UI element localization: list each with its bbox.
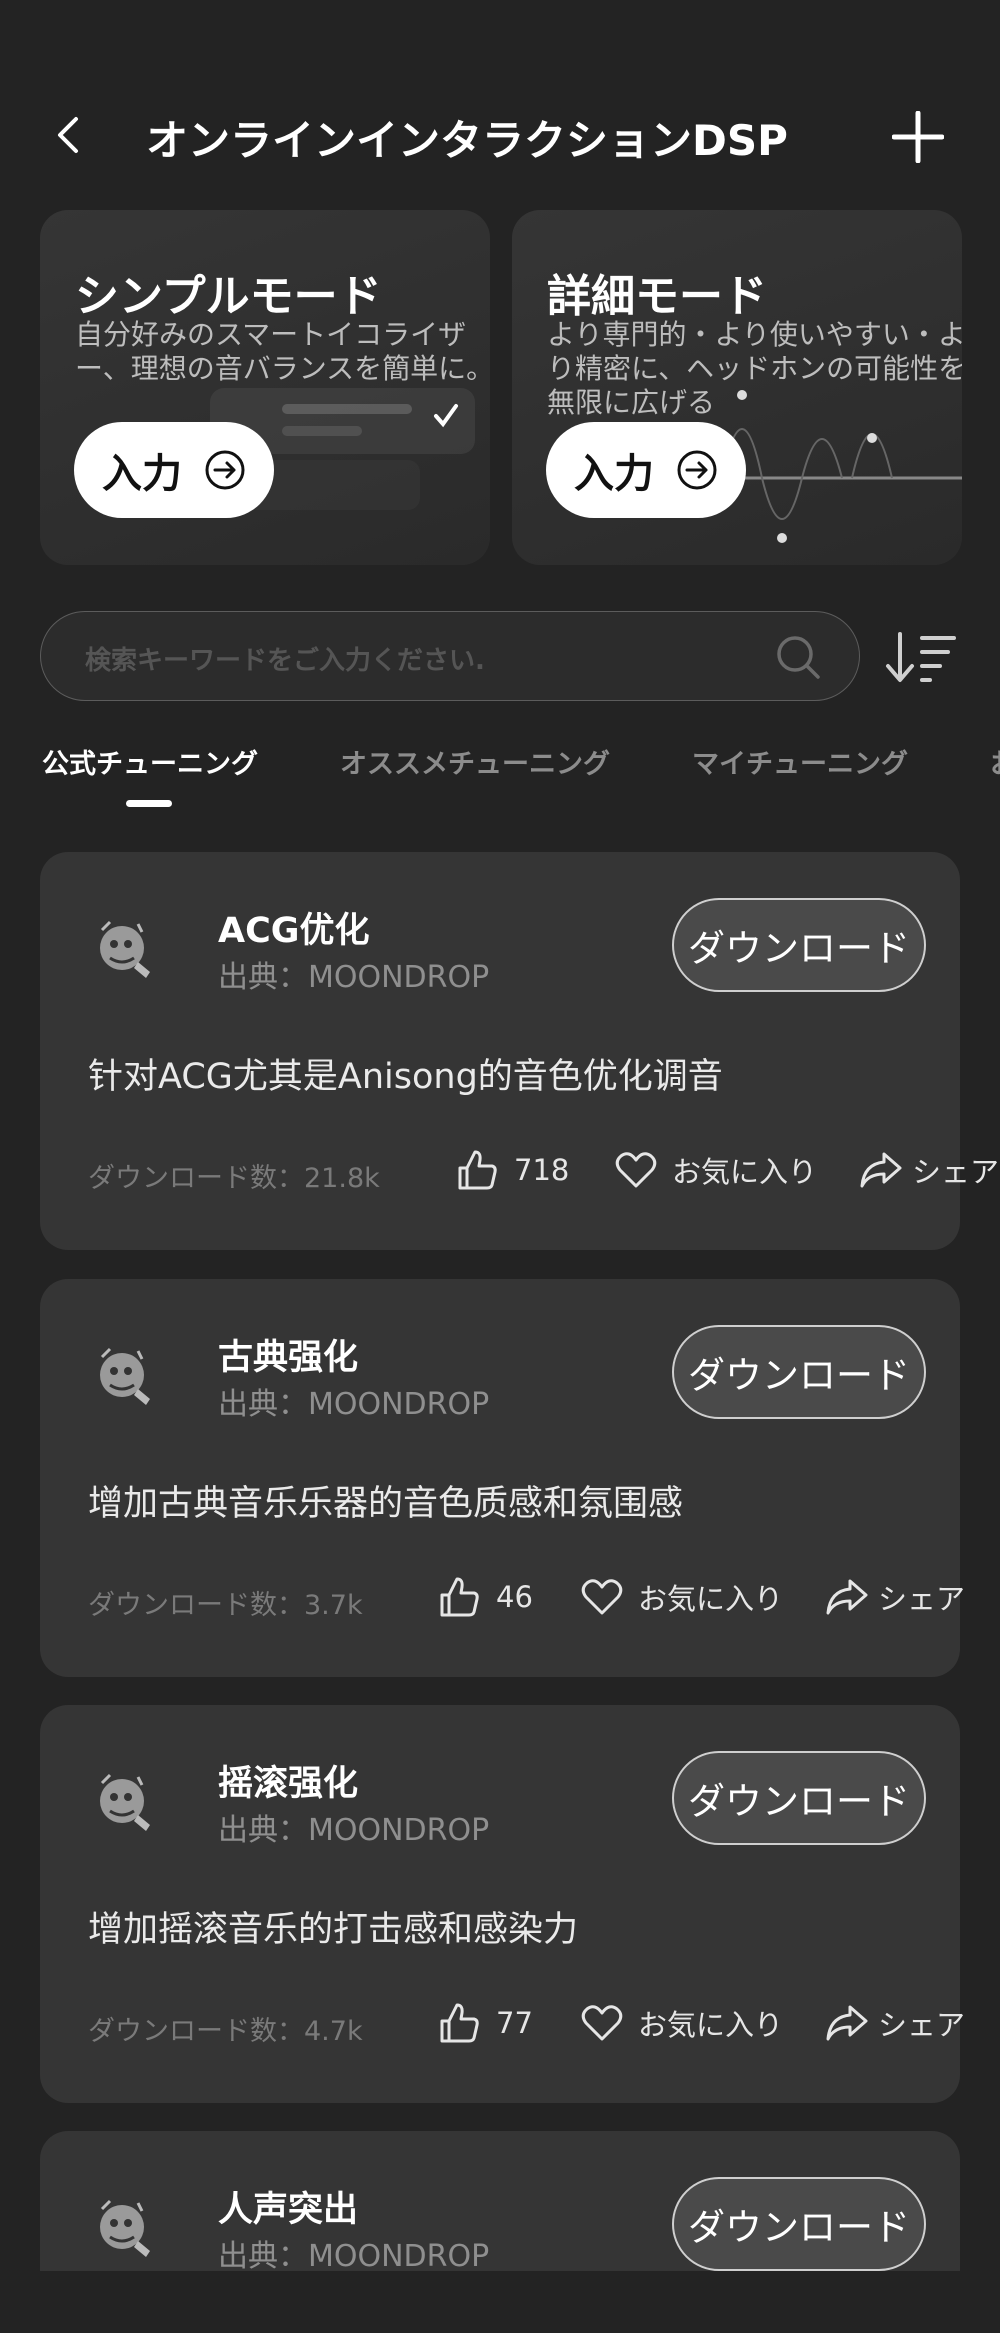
tab-official-tuning[interactable]: 公式チューニング [42,742,258,781]
share-arrow-icon [826,2005,868,2041]
search-input[interactable]: 検索キーワードをご入力ください. [40,611,860,701]
arrow-right-circle-icon [677,450,717,490]
download-button[interactable]: ダウンロード [672,898,926,992]
simple-mode-enter-button[interactable]: 入力 [74,422,274,518]
moondrop-logo-icon [100,1773,150,1831]
search-placeholder: 検索キーワードをご入力ください. [85,646,485,676]
chevron-left-icon[interactable] [48,113,92,157]
plus-icon[interactable] [892,111,944,163]
like-count: 77 [496,2006,533,2040]
enter-label: 入力 [102,451,182,497]
heart-icon [581,1579,623,1615]
tab-recommended-tuning[interactable]: オススメチューニング [340,742,610,781]
heart-icon [581,2005,623,2041]
like-button[interactable]: 718 [456,1148,569,1192]
list-item[interactable]: 摇滚强化 出典：MOONDROP ダウンロード 增加摇滚音乐的打击感和感染力 ダ… [40,1705,965,2103]
tuning-title: 古典强化 [218,1338,359,1378]
favorite-label: お気に入り [638,1582,784,1616]
enter-label: 入力 [574,451,654,497]
heart-icon [615,1152,657,1188]
list-item[interactable]: 人声突出 出典：MOONDROP ダウンロード [40,2131,960,2274]
download-count: ダウンロード数：21.8k [88,1163,380,1194]
tuning-source: 出典：MOONDROP [218,2239,490,2274]
list-item[interactable]: 古典强化 出典：MOONDROP ダウンロード 增加古典音乐乐器的音色质感和氛围… [40,1279,965,1677]
tuning-tabs: 公式チューニング オススメチューニング マイチューニング お [0,742,1000,812]
page-title: オンラインインタラクションDSP [146,116,788,165]
like-count: 718 [514,1153,570,1187]
card-footer: ダウンロード数：21.8k 718 お気に入り シェア [88,1148,999,1198]
share-label: シェア [912,1155,1000,1189]
share-label: シェア [878,1582,966,1616]
tuning-source: 出典：MOONDROP [218,1813,490,1848]
detail-mode-title: 詳細モード [547,271,767,322]
tuning-title: ACG优化 [218,911,370,951]
active-tab-indicator [126,800,172,807]
tuning-description: 增加古典音乐乐器的音色质感和氛围感 [88,1484,684,1524]
card-footer: ダウンロード数：3.7k 46 お気に入り シェア [88,1575,988,1625]
tuning-description: 针对ACG尤其是Anisong的音色优化调音 [88,1057,723,1097]
favorite-button[interactable]: お気に入り [614,1148,817,1192]
detail-mode-card[interactable]: 詳細モード より専門的・より使いやすい・より精密に、ヘッドホンの可能性を無限に広… [512,210,962,565]
like-button[interactable]: 77 [438,2001,533,2045]
thumbs-up-icon [458,1150,497,1190]
thumbs-up-icon [440,1577,479,1617]
like-button[interactable]: 46 [438,1575,533,1619]
share-arrow-icon [826,1579,868,1615]
download-button[interactable]: ダウンロード [672,2177,926,2271]
tuning-source: 出典：MOONDROP [218,1387,490,1422]
download-count: ダウンロード数：4.7k [88,2016,363,2047]
search-icon[interactable] [775,634,821,680]
tuning-title: 摇滚强化 [218,1764,359,1804]
simple-mode-card[interactable]: シンプルモード 自分好みのスマートイコライザー、理想の音バランスを簡単に。 入力 [40,210,490,565]
simple-mode-description: 自分好みのスマートイコライザー、理想の音バランスを簡単に。 [75,318,490,385]
list-item[interactable]: ACG优化 出典：MOONDROP ダウンロード 针对ACG尤其是Anisong… [40,852,999,1250]
moondrop-logo-icon [100,920,150,978]
share-button[interactable]: シェア [824,2001,965,2045]
favorite-label: お気に入り [638,2008,784,2042]
share-button[interactable]: シェア [858,1148,999,1192]
tuning-description: 增加摇滚音乐的打击感和感染力 [88,1910,579,1950]
tuning-title: 人声突出 [218,2190,359,2230]
tab-more[interactable]: お [990,742,1000,781]
moondrop-logo-icon [100,2199,150,2257]
arrow-right-circle-icon [205,450,245,490]
download-button[interactable]: ダウンロード [672,1325,926,1419]
detail-mode-description: より専門的・より使いやすい・より精密に、ヘッドホンの可能性を無限に広げる [547,318,962,419]
favorite-button[interactable]: お気に入り [580,1575,783,1619]
favorite-label: お気に入り [672,1155,818,1189]
download-count: ダウンロード数：3.7k [88,1590,363,1621]
detail-mode-enter-button[interactable]: 入力 [546,422,746,518]
tab-my-tuning[interactable]: マイチューニング [692,742,908,781]
moondrop-logo-icon [100,1347,150,1405]
card-footer: ダウンロード数：4.7k 77 お気に入り シェア [88,2001,988,2051]
download-button[interactable]: ダウンロード [672,1751,926,1845]
thumbs-up-icon [440,2003,479,2043]
share-arrow-icon [860,1152,902,1188]
tuning-source: 出典：MOONDROP [218,960,490,995]
like-count: 46 [496,1580,533,1614]
simple-mode-title: シンプルモード [75,271,382,322]
favorite-button[interactable]: お気に入り [580,2001,783,2045]
top-bar: オンラインインタラクションDSP [0,95,1000,175]
share-button[interactable]: シェア [824,1575,965,1619]
sort-icon[interactable] [884,630,956,686]
share-label: シェア [878,2008,966,2042]
